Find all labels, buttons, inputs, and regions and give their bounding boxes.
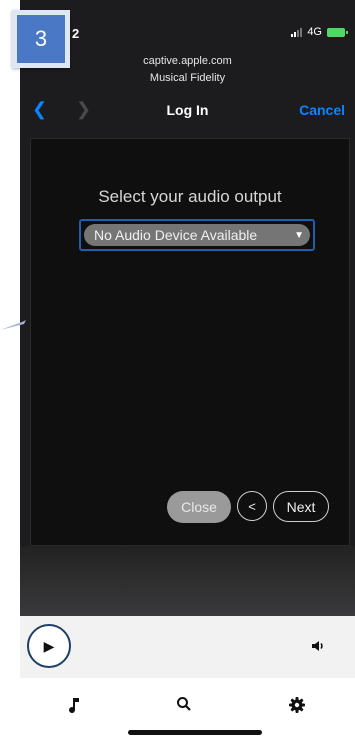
signal-icon (291, 27, 303, 37)
site-name: Musical Fidelity (149, 72, 226, 84)
status-time: 2 (72, 26, 80, 41)
browser-nav-bar: ❮ ❯ Log In Cancel (20, 95, 355, 125)
player-bar: ▶ (20, 616, 355, 678)
play-button[interactable]: ▶ (27, 624, 71, 668)
search-icon[interactable] (176, 696, 192, 717)
prompt-text: Select your audio output (98, 187, 282, 206)
audio-output-select[interactable]: No Audio Device Available ▼ (79, 219, 315, 251)
callout-arrow-icon (0, 318, 26, 336)
status-indicators: 4G (291, 26, 348, 38)
next-button[interactable]: Next (273, 491, 329, 522)
captive-portal-webview: Select your audio output No Audio Device… (30, 138, 350, 546)
network-type: 4G (307, 26, 322, 38)
dimmed-background (20, 546, 355, 616)
close-button[interactable]: Close (167, 491, 231, 523)
play-icon: ▶ (43, 637, 55, 654)
cancel-button[interactable]: Cancel (299, 102, 345, 118)
volume-icon[interactable] (310, 638, 326, 659)
phone-screen: 2 4G captive.apple.com Musical Fidelity … (20, 0, 355, 736)
audio-output-select-pill[interactable]: No Audio Device Available ▼ (84, 224, 310, 246)
music-note-icon[interactable] (66, 696, 82, 719)
tab-bar (20, 678, 355, 736)
status-bar: 2 4G (20, 0, 355, 50)
step-number: 3 (17, 15, 65, 63)
gear-icon[interactable] (288, 696, 306, 719)
url-host: captive.apple.com (143, 55, 232, 67)
battery-icon (327, 27, 348, 37)
step-badge: 3 (12, 10, 70, 68)
home-indicator (128, 730, 262, 735)
caret-down-icon: ▼ (294, 230, 304, 241)
previous-button[interactable]: < (237, 491, 267, 521)
selected-output-value: No Audio Device Available (94, 227, 258, 243)
